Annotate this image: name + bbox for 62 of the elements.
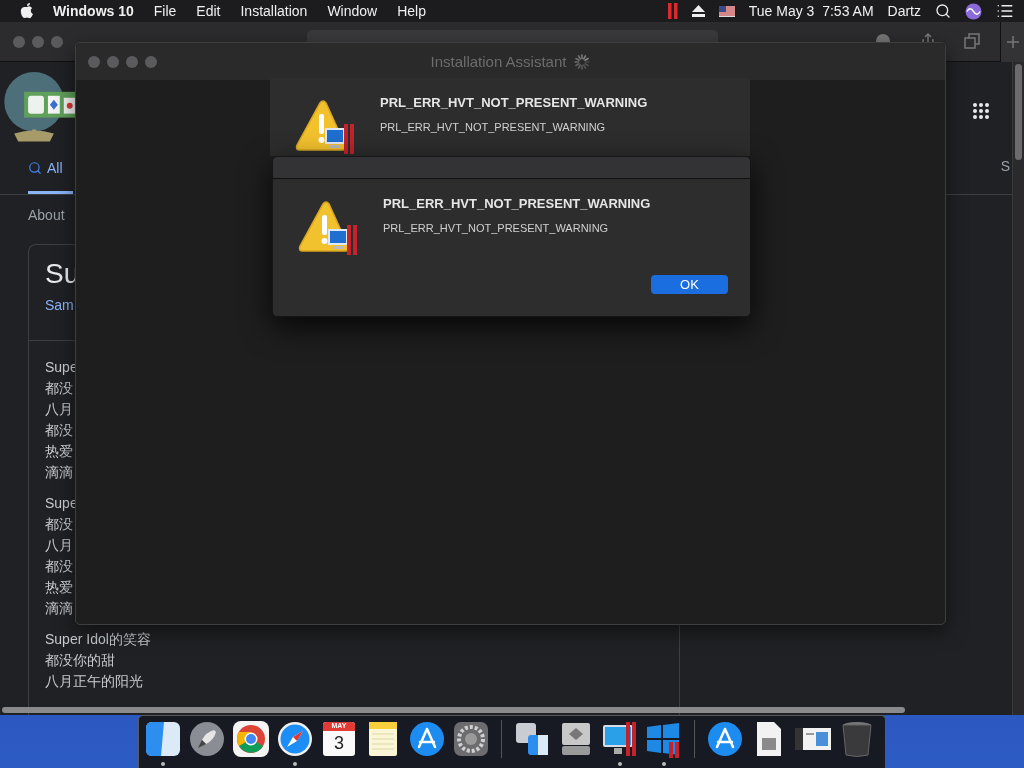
lyric-line: 八月正午的阳光 [45,672,143,691]
running-dot [293,762,297,766]
search-icon[interactable] [935,3,951,19]
compass-icon[interactable] [276,720,314,758]
siri-icon[interactable] [965,2,982,20]
ok-button[interactable]: OK [651,275,728,294]
lyric-line: 滴滴 [45,599,73,618]
lyric-line: Super Idol的笑容 [45,630,151,649]
share-icon[interactable] [920,33,936,42]
lyric-line: 热爱 [45,578,73,597]
app-menu[interactable]: Windows 10 [53,3,134,19]
split-square-icon[interactable] [144,720,182,758]
lyric-line: 滴滴 [45,463,73,482]
menu-item[interactable]: Window [327,3,378,19]
running-dot [662,762,666,766]
vertical-scrollbar[interactable] [1012,62,1024,715]
running-dot [618,762,622,766]
lyric-line: 八月 [45,536,73,555]
lyric-line: 八月 [45,400,73,419]
calendar-day: 3 [334,733,344,753]
clock[interactable]: Tue May 3 7:53 AM [748,3,874,19]
bars-icon[interactable] [667,3,678,19]
lyric-line: 都没 [45,515,73,534]
running-dot [161,762,165,766]
calendar-icon[interactable] [320,720,358,758]
two-squares-icon[interactable] [513,720,551,758]
window-title: Installation Assistant [430,53,567,70]
warning-icon [298,201,360,257]
rocket-icon[interactable] [188,720,226,758]
apps-grid-icon[interactable] [972,102,990,120]
menu-item[interactable]: Edit [196,3,221,19]
scroll-thumb[interactable] [1015,64,1022,160]
search-icon [28,161,42,176]
result-stats: About [28,207,66,223]
lyric-line: 热爱 [45,442,73,461]
lyric-line: 都没 [45,557,73,576]
browser-icon[interactable] [232,720,270,758]
eject-icon[interactable] [691,5,705,17]
plus-icon [1006,35,1019,48]
search-tab[interactable]: S [1000,158,1012,174]
alert-title: PRL_ERR_HVT_NOT_PRESENT_WARNING [383,195,651,213]
alert-message: PRL_ERR_HVT_NOT_PRESENT_WARNING [383,221,610,235]
alert-title: PRL_ERR_HVT_NOT_PRESENT_WARNING [380,94,648,112]
menu-item[interactable]: Installation [240,3,308,19]
list-icon[interactable] [996,2,1014,20]
warning-icon [295,100,357,156]
menu-item[interactable]: File [153,3,177,19]
app-store-icon[interactable] [706,720,744,758]
horizontal-scrollbar[interactable] [2,707,905,713]
gear-icon[interactable] [452,720,490,758]
lyric-line: 都没 [45,379,73,398]
lyric-line: 都没你的甜 [45,651,115,670]
monitor-icon[interactable] [601,720,639,758]
menu-item[interactable]: Help [397,3,426,19]
tabs-icon[interactable] [964,33,980,49]
lyric-line: 都没 [45,421,73,440]
spinner-icon [574,53,591,70]
app-store-icon[interactable] [408,720,446,758]
alert-message: PRL_ERR_HVT_NOT_PRESENT_WARNING [380,120,607,134]
user-name[interactable]: Dartz [887,3,921,19]
apple-icon[interactable] [20,3,34,19]
flag-icon[interactable] [718,5,735,17]
